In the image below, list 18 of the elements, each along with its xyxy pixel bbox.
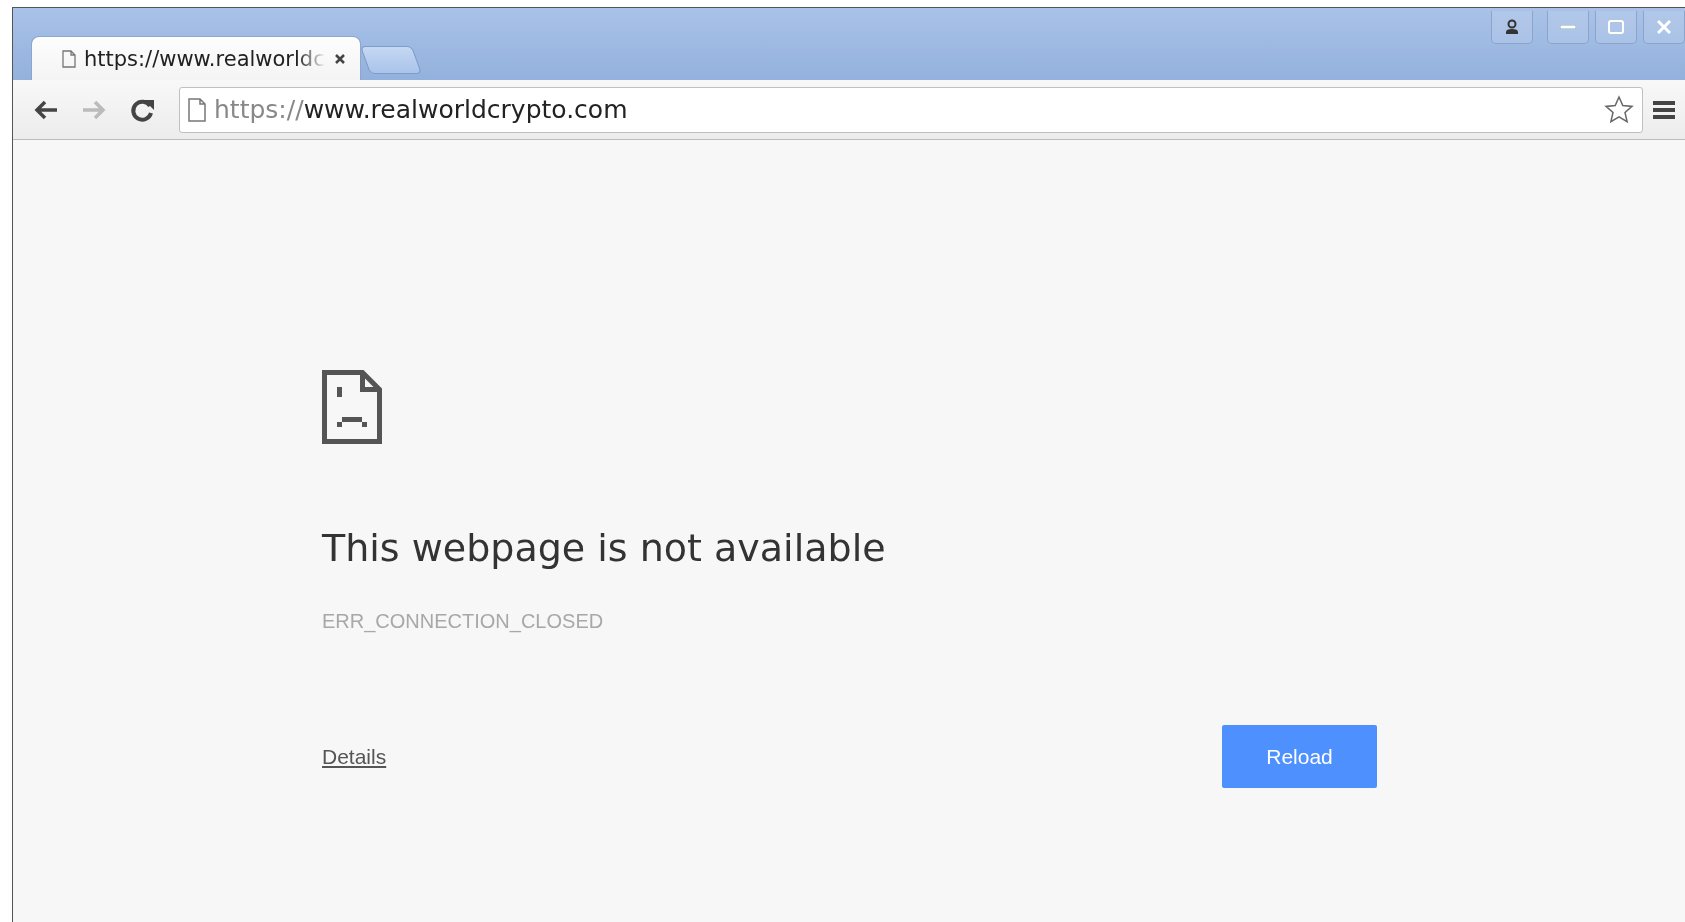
page-icon	[62, 49, 76, 68]
menu-icon[interactable]	[1653, 99, 1675, 120]
error-code: ERR_CONNECTION_CLOSED	[322, 610, 604, 633]
close-icon	[1657, 20, 1671, 34]
details-link[interactable]: Details	[322, 744, 387, 769]
person-icon	[1504, 19, 1520, 35]
address-field[interactable]: https://www.realworldcrypto.com	[179, 86, 1643, 133]
maximize-icon	[1608, 20, 1624, 34]
star-icon[interactable]	[1604, 94, 1634, 125]
forward-arrow-icon	[82, 99, 106, 120]
profile-button[interactable]	[1491, 11, 1533, 44]
sad-page-icon	[322, 370, 382, 444]
page-icon	[188, 97, 206, 122]
minimize-icon	[1560, 25, 1576, 29]
back-arrow-icon	[34, 99, 58, 120]
browser-tab[interactable]: https://www.realworldc	[31, 36, 361, 80]
error-title: This webpage is not available	[322, 526, 886, 570]
close-tab-icon[interactable]	[334, 52, 346, 65]
